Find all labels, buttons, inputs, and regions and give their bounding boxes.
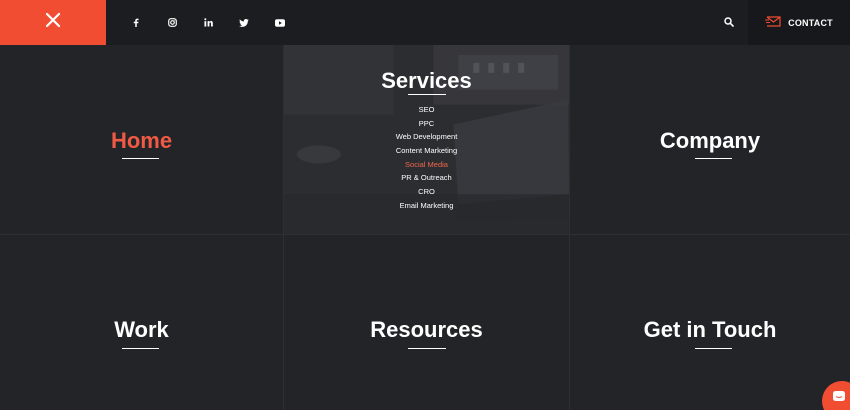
facebook-icon — [132, 14, 140, 32]
nav-work-link[interactable]: Work — [0, 317, 283, 343]
work-underline — [122, 348, 159, 349]
submenu-item-email-marketing[interactable]: Email Marketing — [284, 199, 569, 213]
submenu-item-pr-outreach[interactable]: PR & Outreach — [284, 171, 569, 185]
submenu-item-content-marketing[interactable]: Content Marketing — [284, 144, 569, 158]
menu-cell-get-in-touch: Get in Touch — [570, 235, 850, 410]
chat-icon — [832, 390, 848, 409]
social-links — [118, 0, 298, 45]
youtube-link[interactable] — [262, 0, 298, 45]
submenu-item-seo[interactable]: SEO — [284, 103, 569, 117]
instagram-icon — [167, 14, 177, 32]
twitter-link[interactable] — [226, 0, 262, 45]
nav-services-link[interactable]: Services — [284, 68, 569, 94]
company-underline — [695, 158, 732, 159]
nav-resources-link[interactable]: Resources — [284, 317, 569, 343]
contact-label: CONTACT — [788, 17, 833, 28]
twitter-icon — [239, 14, 249, 32]
submenu-item-ppc[interactable]: PPC — [284, 117, 569, 131]
submenu-item-social-media[interactable]: Social Media — [284, 158, 569, 172]
submenu-item-cro[interactable]: CRO — [284, 185, 569, 199]
linkedin-link[interactable] — [190, 0, 226, 45]
envelope-icon — [765, 14, 781, 32]
services-submenu: SEO PPC Web Development Content Marketin… — [284, 103, 569, 213]
search-icon — [724, 14, 734, 32]
nav-company-link[interactable]: Company — [570, 128, 850, 154]
instagram-link[interactable] — [154, 0, 190, 45]
nav-get-in-touch-link[interactable]: Get in Touch — [570, 317, 850, 343]
submenu-item-web-development[interactable]: Web Development — [284, 130, 569, 144]
get-in-touch-underline — [695, 348, 732, 349]
contact-button[interactable]: CONTACT — [748, 0, 850, 45]
resources-underline — [408, 348, 446, 349]
youtube-icon — [275, 14, 285, 32]
home-underline — [122, 158, 159, 159]
facebook-link[interactable] — [118, 0, 154, 45]
close-icon — [45, 12, 61, 33]
services-underline — [408, 94, 446, 95]
menu-cell-company: Company — [570, 45, 850, 235]
nav-home-link[interactable]: Home — [0, 128, 283, 154]
menu-cell-services: Services SEO PPC Web Development Content… — [284, 45, 570, 235]
menu-cell-work: Work — [0, 235, 284, 410]
top-bar: CONTACT — [0, 0, 850, 45]
menu-cell-home: Home — [0, 45, 284, 235]
linkedin-icon — [203, 14, 213, 32]
close-menu-button[interactable] — [0, 0, 106, 45]
search-button[interactable] — [714, 0, 744, 45]
menu-cell-resources: Resources — [284, 235, 570, 410]
